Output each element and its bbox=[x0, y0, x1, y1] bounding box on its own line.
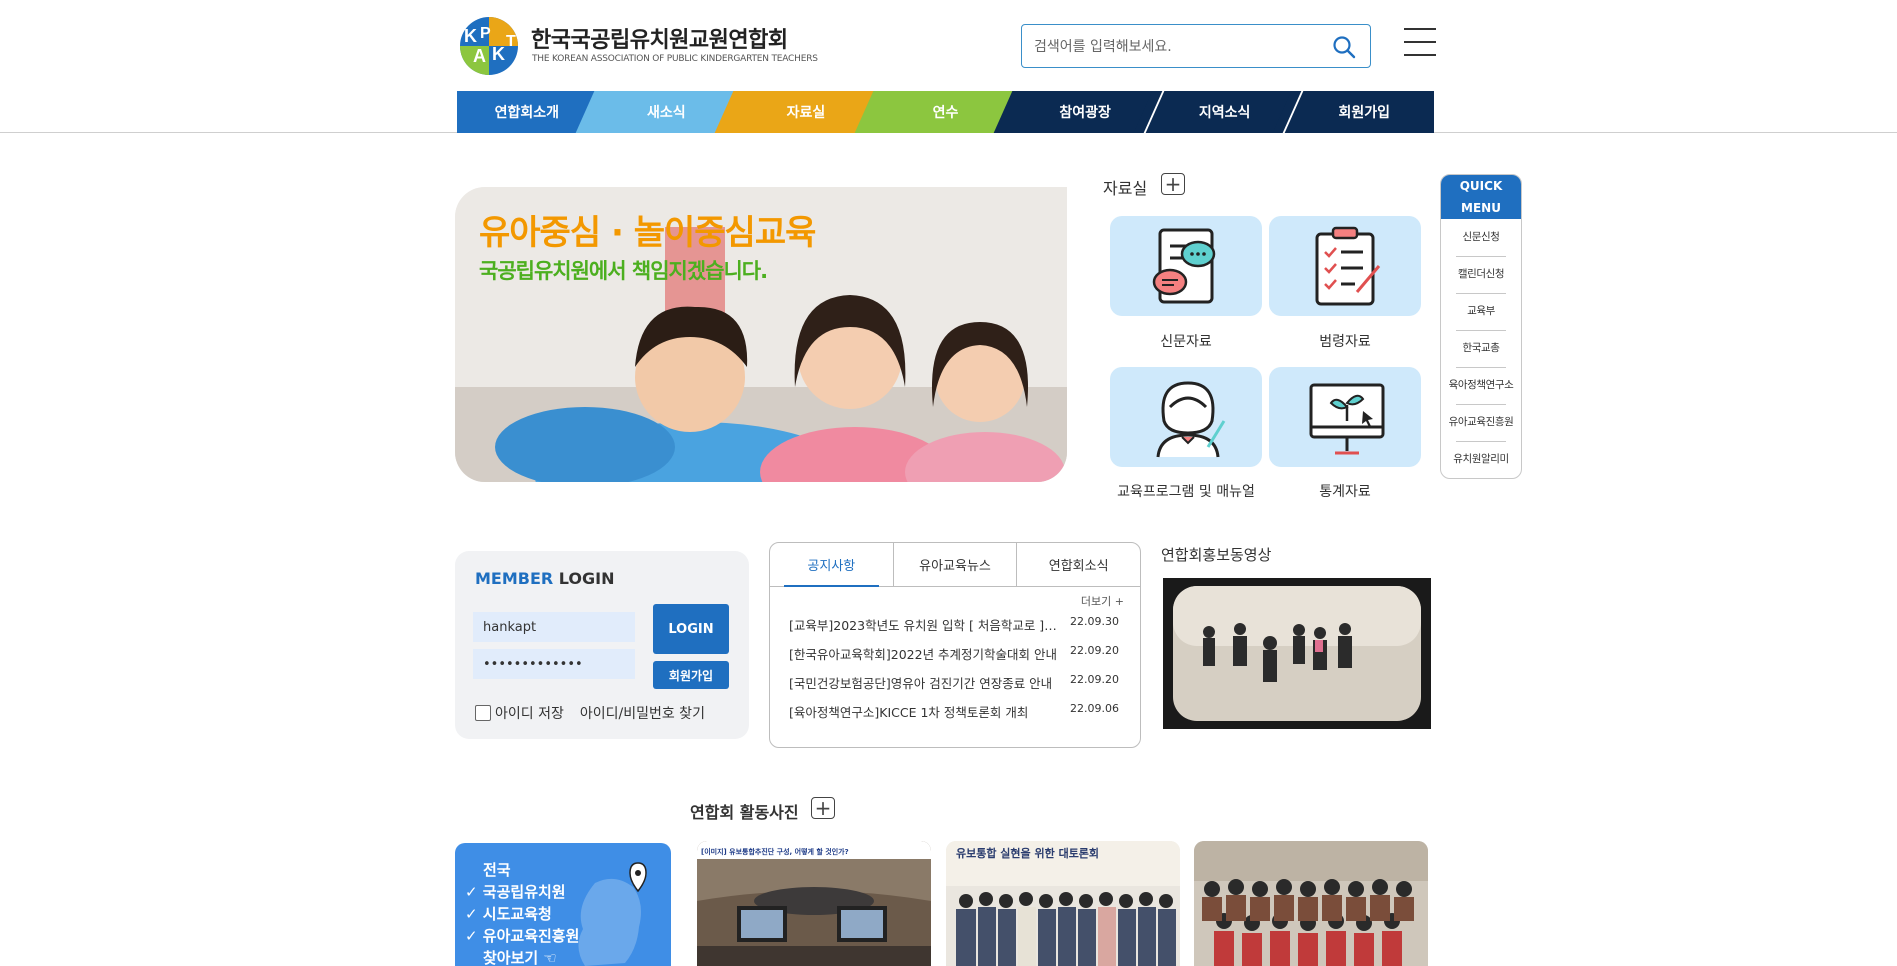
tab-assoc-news[interactable]: 연합회소식 bbox=[1017, 543, 1140, 586]
svg-text:K: K bbox=[464, 26, 477, 46]
newspaper-chat-icon bbox=[1152, 228, 1216, 304]
login-title: MEMBER LOGIN bbox=[475, 569, 615, 588]
resource-card-stats[interactable] bbox=[1269, 367, 1421, 467]
quick-menu: QUICK MENU 신문신청 캘린더신청 교육부 한국교총 육아정책연구소 유… bbox=[1440, 174, 1522, 479]
quick-item-kicce[interactable]: 육아정책연구소 bbox=[1441, 367, 1521, 404]
tab-notices[interactable]: 공지사항 bbox=[770, 543, 894, 587]
search-box bbox=[1021, 24, 1371, 68]
more-link[interactable]: 더보기 + bbox=[1081, 593, 1124, 609]
username-field[interactable] bbox=[473, 612, 635, 642]
search-icon[interactable] bbox=[1332, 35, 1356, 59]
quick-menu-title: QUICK MENU bbox=[1441, 175, 1521, 219]
resource-label-stats[interactable]: 통계자료 bbox=[1260, 481, 1430, 501]
promo-video-title: 연합회홍보동영상 bbox=[1161, 546, 1272, 564]
resources-more-plus-icon[interactable]: + bbox=[1161, 173, 1185, 195]
svg-text:A: A bbox=[473, 46, 486, 66]
teacher-icon bbox=[1156, 381, 1226, 458]
nationwide-finder-card[interactable]: 전국 ✓ 국공립유치원 ✓ 시도교육청 ✓ 유아교육진흥원 찾아보기 ☜ bbox=[455, 843, 671, 966]
svg-text:T: T bbox=[506, 33, 516, 50]
nav-resources[interactable]: 자료실 bbox=[714, 91, 898, 133]
nav-join[interactable]: 회원가입 bbox=[1273, 91, 1434, 133]
notice-tabs: 공지사항 유아교육뉴스 연합회소식 bbox=[770, 543, 1140, 587]
activity-title: 연합회 활동사진 bbox=[690, 803, 799, 822]
nationwide-finder-text: 전국 ✓ 국공립유치원 ✓ 시도교육청 ✓ 유아교육진흥원 찾아보기 ☜ bbox=[465, 861, 580, 966]
quick-item-kinder-info[interactable]: 유치원알리미 bbox=[1441, 441, 1521, 478]
resource-card-law[interactable] bbox=[1269, 216, 1421, 316]
quick-item-education-center[interactable]: 유아교육진흥원 bbox=[1441, 404, 1521, 441]
remember-id-label[interactable]: 아이디 저장 bbox=[495, 703, 564, 723]
quick-item-newspaper[interactable]: 신문신청 bbox=[1441, 219, 1521, 256]
org-name-en: THE KOREAN ASSOCIATION OF PUBLIC KINDERG… bbox=[532, 54, 818, 64]
photo-group-meeting bbox=[1194, 841, 1428, 966]
resource-label-program[interactable]: 교육프로그램 및 매뉴얼 bbox=[1101, 481, 1271, 501]
promo-video-player[interactable] bbox=[1163, 578, 1431, 729]
notice-item[interactable]: [한국유아교육학회]2022년 추계정기학술대회 안내 22.09.20 bbox=[789, 644, 1119, 666]
quick-item-kfta[interactable]: 한국교총 bbox=[1441, 330, 1521, 367]
resource-card-newspaper[interactable] bbox=[1110, 216, 1262, 316]
remember-id-checkbox[interactable] bbox=[475, 705, 491, 721]
member-login-panel: MEMBER LOGIN LOGIN 회원가입 아이디 저장 아이디/비밀번호 … bbox=[455, 551, 749, 739]
quick-item-calendar[interactable]: 캘린더신청 bbox=[1441, 256, 1521, 293]
svg-text:K: K bbox=[492, 44, 505, 64]
photo-2-caption: 유보통합 실현을 위한 대토론회 bbox=[956, 846, 1099, 860]
resource-label-newspaper[interactable]: 신문자료 bbox=[1101, 331, 1271, 351]
nav-news[interactable]: 새소식 bbox=[575, 91, 758, 133]
main-nav: 연합회소개 새소식 자료실 연수 참여광장 지역소식 회원가입 bbox=[457, 91, 1434, 133]
menu-icon[interactable] bbox=[1404, 28, 1436, 60]
login-options: 아이디 저장 아이디/비밀번호 찾기 bbox=[475, 703, 705, 723]
banner-subline: 국공립유치원에서 책임지겠습니다. bbox=[479, 259, 768, 283]
video-thumbnail bbox=[1163, 578, 1431, 729]
activity-more-plus-icon[interactable]: + bbox=[811, 797, 835, 819]
nav-training[interactable]: 연수 bbox=[854, 91, 1037, 133]
login-button[interactable]: LOGIN bbox=[653, 604, 729, 654]
kapkt-logo[interactable]: K P A K T bbox=[456, 16, 522, 76]
monitor-sprout-icon bbox=[1309, 383, 1385, 455]
resources-title: 자료실 bbox=[1103, 179, 1148, 198]
activity-photo-1[interactable]: [이미지] 유보통합추진단 구성, 어떻게 할 것인가? bbox=[697, 841, 931, 966]
photo-1-caption: [이미지] 유보통합추진단 구성, 어떻게 할 것인가? bbox=[701, 847, 849, 856]
resource-label-law[interactable]: 범령자료 bbox=[1260, 331, 1430, 351]
main-banner[interactable]: 유아중심 · 놀이중심교육 국공립유치원에서 책임지겠습니다. bbox=[455, 187, 1067, 482]
nav-forum[interactable]: 참여광장 bbox=[993, 91, 1177, 133]
svg-text:P: P bbox=[480, 25, 491, 42]
nav-about[interactable]: 연합회소개 bbox=[457, 91, 618, 133]
search-input[interactable] bbox=[1034, 35, 1324, 59]
activity-photo-2[interactable]: 유보통합 실현을 위한 대토론회 bbox=[946, 841, 1180, 966]
join-button[interactable]: 회원가입 bbox=[653, 661, 729, 689]
photo-conference-room: [이미지] 유보통합추진단 구성, 어떻게 할 것인가? bbox=[697, 841, 931, 966]
banner-headline: 유아중심 · 놀이중심교육 bbox=[479, 213, 816, 253]
site-header: K P A K T 한국국공립유치원교원연합회 THE KOREAN ASSOC… bbox=[0, 0, 1897, 133]
resource-card-program[interactable] bbox=[1110, 367, 1262, 467]
quick-item-moe[interactable]: 교육부 bbox=[1441, 293, 1521, 330]
org-name[interactable]: 한국국공립유치원교원연합회 bbox=[531, 22, 788, 54]
nav-regional[interactable]: 지역소식 bbox=[1133, 91, 1316, 133]
tab-edu-news[interactable]: 유아교육뉴스 bbox=[894, 543, 1018, 586]
photo-group-forum: 유보통합 실현을 위한 대토론회 bbox=[946, 841, 1180, 966]
notice-item[interactable]: [국민건강보험공단]영유아 검진기간 연장종료 안내 22.09.20 bbox=[789, 673, 1119, 695]
notice-item[interactable]: [육아정책연구소]KICCE 1차 정책토론회 개최 22.09.06 bbox=[789, 702, 1119, 724]
find-account-link[interactable]: 아이디/비밀번호 찾기 bbox=[580, 703, 705, 723]
activity-photo-3[interactable] bbox=[1194, 841, 1428, 966]
notice-item[interactable]: [교육부]2023학년도 유치원 입학 [ 처음학교로 ] 운영 안내 22.0… bbox=[789, 615, 1119, 637]
notice-board: 공지사항 유아교육뉴스 연합회소식 더보기 + [교육부]2023학년도 유치원… bbox=[769, 542, 1141, 748]
clipboard-checklist-icon bbox=[1315, 226, 1381, 306]
password-field[interactable] bbox=[473, 649, 635, 679]
